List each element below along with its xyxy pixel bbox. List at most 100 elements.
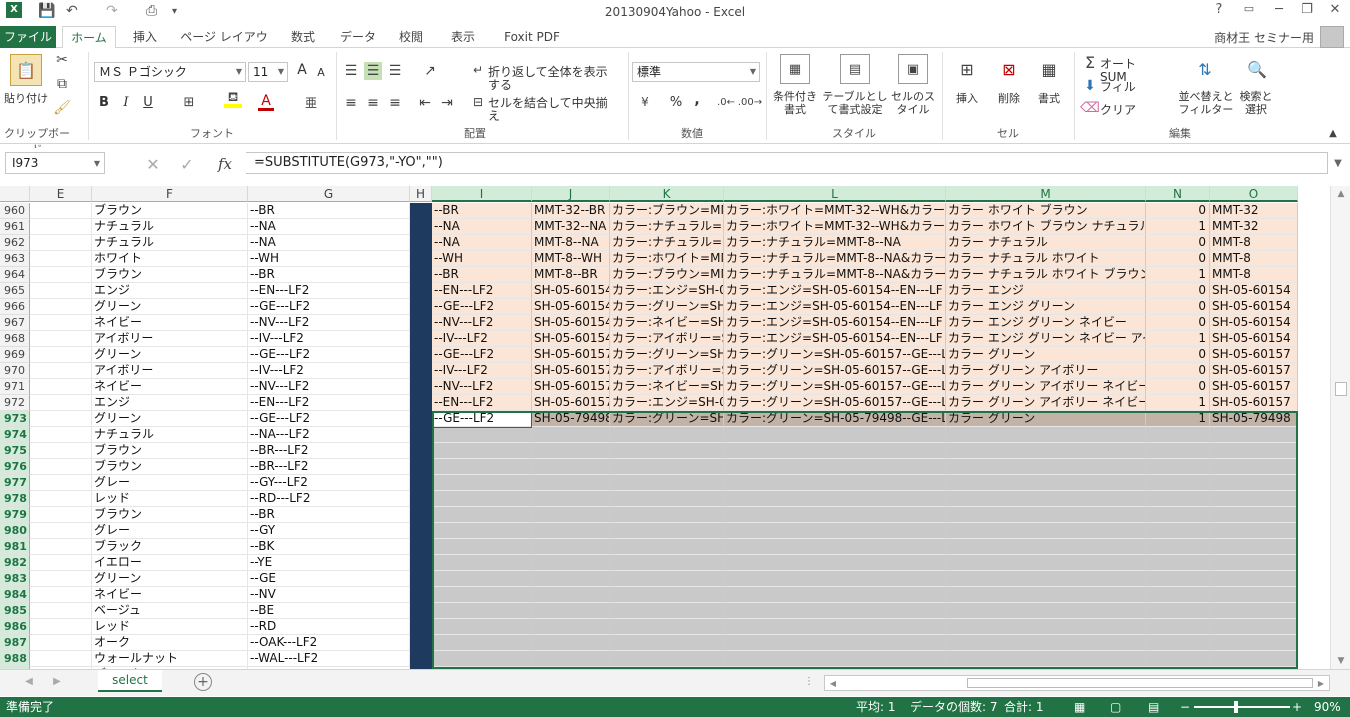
row-header[interactable]: 987 bbox=[0, 635, 30, 651]
cell-j964[interactable]: MMT-8--BR bbox=[532, 267, 610, 283]
scroll-up-icon[interactable]: ▲ bbox=[1334, 188, 1348, 200]
cell-i970[interactable]: --IV---LF2 bbox=[432, 363, 532, 379]
scroll-down-icon[interactable]: ▼ bbox=[1334, 655, 1348, 667]
cell-k985[interactable] bbox=[610, 603, 724, 619]
cell-i972[interactable]: --EN---LF2 bbox=[432, 395, 532, 411]
cell-k961[interactable]: カラー:ナチュラル=MM bbox=[610, 219, 724, 235]
cell-l967[interactable]: カラー:エンジ=SH-05-60154--EN---LF bbox=[724, 315, 946, 331]
cell-j971[interactable]: SH-05-60157 bbox=[532, 379, 610, 395]
cell-j986[interactable] bbox=[532, 619, 610, 635]
cell-e962[interactable] bbox=[30, 235, 92, 251]
cell-i965[interactable]: --EN---LF2 bbox=[432, 283, 532, 299]
page-layout-view-icon[interactable]: ▢ bbox=[1110, 697, 1121, 717]
cell-g976[interactable]: --BR---LF2 bbox=[248, 459, 410, 475]
cell-l972[interactable]: カラー:グリーン=SH-05-60157--GE---L bbox=[724, 395, 946, 411]
row-header[interactable]: 977 bbox=[0, 475, 30, 491]
cell-n985[interactable] bbox=[1146, 603, 1210, 619]
cell-i979[interactable] bbox=[432, 507, 532, 523]
cell-g972[interactable]: --EN---LF2 bbox=[248, 395, 410, 411]
row-header[interactable]: 961 bbox=[0, 219, 30, 235]
increase-indent-icon[interactable]: ⇥ bbox=[438, 94, 456, 112]
cell-i986[interactable] bbox=[432, 619, 532, 635]
zoom-in-icon[interactable]: + bbox=[1292, 697, 1302, 717]
cell-h971[interactable] bbox=[410, 379, 432, 395]
cell-g984[interactable]: --NV bbox=[248, 587, 410, 603]
cell-h972[interactable] bbox=[410, 395, 432, 411]
cell-j973[interactable]: SH-05-79498 bbox=[532, 411, 610, 427]
cell-k976[interactable] bbox=[610, 459, 724, 475]
orientation-icon[interactable]: ↗ bbox=[420, 62, 440, 80]
cell-m968[interactable]: カラー エンジ グリーン ネイビー アイ bbox=[946, 331, 1146, 347]
cell-f966[interactable]: グリーン bbox=[92, 299, 248, 315]
cell-m981[interactable] bbox=[946, 539, 1146, 555]
cell-k971[interactable]: カラー:ネイビー=SH-0 bbox=[610, 379, 724, 395]
cell-g969[interactable]: --GE---LF2 bbox=[248, 347, 410, 363]
cell-o965[interactable]: SH-05-60154 bbox=[1210, 283, 1298, 299]
cell-f980[interactable]: グレー bbox=[92, 523, 248, 539]
format-cells-button[interactable]: 書式 bbox=[1030, 92, 1068, 105]
cell-n987[interactable] bbox=[1146, 635, 1210, 651]
column-header-f[interactable]: F bbox=[92, 186, 248, 202]
cell-o971[interactable]: SH-05-60157 bbox=[1210, 379, 1298, 395]
cell-n976[interactable] bbox=[1146, 459, 1210, 475]
cell-i971[interactable]: --NV---LF2 bbox=[432, 379, 532, 395]
paste-button[interactable]: 貼り付け bbox=[2, 92, 50, 105]
cell-h965[interactable] bbox=[410, 283, 432, 299]
cell-i978[interactable] bbox=[432, 491, 532, 507]
column-header-e[interactable]: E bbox=[30, 186, 92, 202]
cell-j978[interactable] bbox=[532, 491, 610, 507]
cell-o987[interactable] bbox=[1210, 635, 1298, 651]
cell-f977[interactable]: グレー bbox=[92, 475, 248, 491]
cell-f986[interactable]: レッド bbox=[92, 619, 248, 635]
cell-j963[interactable]: MMT-8--WH bbox=[532, 251, 610, 267]
tab-data[interactable]: データ bbox=[334, 26, 382, 48]
cell-i976[interactable] bbox=[432, 459, 532, 475]
column-header-h[interactable]: H bbox=[410, 186, 432, 202]
cell-l964[interactable]: カラー:ナチュラル=MMT-8--NA&カラー:オ bbox=[724, 267, 946, 283]
cell-styles-button[interactable]: セルのスタイル bbox=[888, 90, 938, 116]
cell-i963[interactable]: --WH bbox=[432, 251, 532, 267]
cell-l983[interactable] bbox=[724, 571, 946, 587]
cell-m978[interactable] bbox=[946, 491, 1146, 507]
cell-n960[interactable]: 0 bbox=[1146, 203, 1210, 219]
cell-i969[interactable]: --GE---LF2 bbox=[432, 347, 532, 363]
merge-center-icon[interactable]: ⊟ bbox=[470, 94, 486, 110]
cell-f981[interactable]: ブラック bbox=[92, 539, 248, 555]
row-header[interactable]: 982 bbox=[0, 555, 30, 571]
cell-m961[interactable]: カラー ホワイト ブラウン ナチュラル bbox=[946, 219, 1146, 235]
tab-foxit-pdf[interactable]: Foxit PDF bbox=[494, 26, 570, 48]
sort-filter-button[interactable]: 並べ替えとフィルター bbox=[1176, 90, 1236, 116]
cell-f964[interactable]: ブラウン bbox=[92, 267, 248, 283]
format-painter-icon[interactable]: 🖌 bbox=[53, 100, 71, 116]
cell-k975[interactable] bbox=[610, 443, 724, 459]
row-header[interactable]: 983 bbox=[0, 571, 30, 587]
cell-n968[interactable]: 1 bbox=[1146, 331, 1210, 347]
normal-view-icon[interactable]: ▦ bbox=[1074, 697, 1085, 717]
row-header[interactable]: 975 bbox=[0, 443, 30, 459]
add-sheet-icon[interactable]: + bbox=[194, 673, 212, 691]
cell-e978[interactable] bbox=[30, 491, 92, 507]
zoom-out-icon[interactable]: − bbox=[1180, 697, 1190, 717]
column-header-k[interactable]: K bbox=[610, 186, 724, 202]
cell-l970[interactable]: カラー:グリーン=SH-05-60157--GE---L bbox=[724, 363, 946, 379]
cell-m982[interactable] bbox=[946, 555, 1146, 571]
worksheet-grid[interactable]: E F G H I J K L M N O 960 ブラウン --BR --BR MMT-32--BR カラー:… bbox=[0, 186, 1330, 669]
cell-h984[interactable] bbox=[410, 587, 432, 603]
insert-cells-button[interactable]: 挿入 bbox=[948, 92, 986, 105]
cell-k962[interactable]: カラー:ナチュラル=MM bbox=[610, 235, 724, 251]
copy-icon[interactable]: ⧉ bbox=[54, 76, 70, 92]
decrease-decimal-icon[interactable]: .00→ bbox=[738, 94, 762, 110]
cell-h987[interactable] bbox=[410, 635, 432, 651]
cell-i984[interactable] bbox=[432, 587, 532, 603]
delete-cells-icon[interactable]: ⊠ bbox=[996, 56, 1022, 82]
cell-i983[interactable] bbox=[432, 571, 532, 587]
underline-button[interactable]: U bbox=[140, 96, 156, 109]
minimize-button[interactable]: ─ bbox=[1266, 2, 1292, 17]
cell-m983[interactable] bbox=[946, 571, 1146, 587]
format-cells-icon[interactable]: ▦ bbox=[1036, 56, 1062, 82]
cell-k964[interactable]: カラー:ブラウン=MMT bbox=[610, 267, 724, 283]
cell-f967[interactable]: ネイビー bbox=[92, 315, 248, 331]
tab-view[interactable]: 表示 bbox=[442, 26, 484, 48]
cell-g961[interactable]: --NA bbox=[248, 219, 410, 235]
cell-i975[interactable] bbox=[432, 443, 532, 459]
